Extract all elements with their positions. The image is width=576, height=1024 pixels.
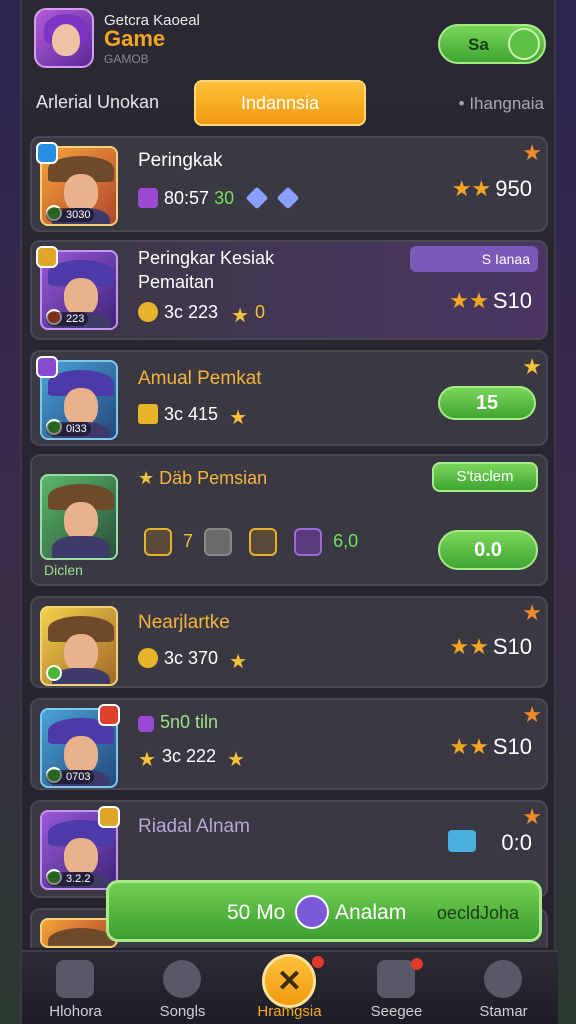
nav-item-seegee[interactable]: Seegee: [343, 952, 450, 1024]
row-stats: 3c 223 ★ 0: [138, 302, 265, 327]
toggle-knob: [508, 28, 540, 60]
tab-left[interactable]: Arlerial Unokan: [36, 92, 159, 113]
nav-item-active[interactable]: ✕ Hramgsia: [236, 952, 343, 1024]
home-icon: [56, 960, 94, 998]
list-item[interactable]: 223 Peringkar Kesiak Pemaitan 3c 223 ★ 0 …: [30, 240, 548, 340]
star-icon: ★: [227, 749, 245, 771]
app-subtitle: GAMOB: [104, 52, 149, 66]
star-icon: ★: [138, 749, 156, 771]
level-badge: 0i33: [46, 422, 91, 436]
sword-icon: [138, 188, 158, 208]
item-slot[interactable]: [144, 528, 172, 556]
level-badge: 3030: [46, 208, 95, 222]
notification-dot: [312, 956, 324, 968]
row-stats: 80:57 30: [138, 186, 304, 210]
level-badge: 0703: [46, 770, 95, 784]
star-icon: ★: [229, 651, 247, 673]
bottom-nav: Hlohora Songls ✕ Hramgsia Seegee Stamar: [22, 950, 558, 1024]
item-slot[interactable]: [249, 528, 278, 556]
app-header: Getcra Kaoeal Game GAMOB Sa: [34, 8, 546, 72]
star-icon: ★: [229, 407, 247, 429]
cta-button[interactable]: 50 Mo Analam oecldJoha: [106, 880, 542, 942]
level-badge: 3.2.2: [46, 872, 95, 886]
list-item[interactable]: Diclen ★ Däb Pemsian 7 6,0 S'taclem 0.0: [30, 454, 548, 586]
row-title: Riadal Alnam: [138, 816, 250, 837]
cta-left-label: 50 Mo: [227, 901, 286, 924]
tab-active[interactable]: Indannsia: [194, 80, 366, 126]
leaderboard-panel: Getcra Kaoeal Game GAMOB Sa Arlerial Uno…: [20, 0, 558, 1024]
tab-bar: Arlerial Unokan Indannsia • Ihangnaia: [22, 80, 558, 128]
list-item[interactable]: Nearjlartke 3c 370 ★ ★ ★★ S10: [30, 596, 548, 688]
row-score: ★★ 950: [451, 176, 532, 201]
nav-item-home[interactable]: Hlohora: [22, 952, 129, 1024]
row-score: ★★ S10: [449, 734, 532, 759]
avatar: [295, 895, 329, 929]
inbox-icon: [377, 960, 415, 998]
row-stats: ★ 3c 222 ★: [138, 746, 245, 771]
value-button[interactable]: 0.0: [438, 530, 538, 570]
star-icon: ★: [522, 804, 542, 829]
nav-item-songs[interactable]: Songls: [129, 952, 236, 1024]
row-title: Nearjlartke: [138, 612, 230, 633]
crystal-icon: [276, 186, 300, 210]
coin-icon: [138, 648, 158, 668]
coin-icon: [138, 302, 158, 322]
avatar: [40, 606, 118, 686]
row-subtitle: Pemaitan: [138, 272, 215, 292]
level-badge: Diclen: [44, 562, 83, 578]
star-icon: ★: [522, 140, 542, 165]
chest-icon: [138, 404, 158, 424]
level-badge: 223: [46, 312, 89, 326]
row-score: ★★ S10: [449, 634, 532, 659]
nav-item-stamar[interactable]: Stamar: [450, 952, 557, 1024]
app-title: Game: [104, 26, 166, 51]
claim-button[interactable]: 15: [438, 386, 536, 420]
row-stats: 3c 415 ★: [138, 404, 253, 429]
star-icon: ★: [522, 354, 542, 379]
star-icon: ★: [231, 305, 249, 327]
row-title: 5n0 tiln: [138, 712, 218, 733]
notification-dot: [411, 958, 423, 970]
star-icon: ★: [522, 702, 542, 727]
row-stats: 3c 370 ★: [138, 648, 253, 673]
row-title: Peringkar Kesiak: [138, 248, 275, 268]
row-score: ★★ S10: [449, 288, 532, 313]
row-items: 7 6,0: [138, 528, 358, 556]
header-toggle[interactable]: Sa: [438, 24, 546, 64]
item-slot[interactable]: [204, 528, 233, 556]
rank-badge-icon: [98, 806, 120, 828]
status-button[interactable]: S'taclem: [432, 462, 538, 492]
rank-badge-icon: [36, 356, 58, 378]
gem-icon: [245, 186, 269, 210]
cta-middle-label: Analam: [335, 901, 407, 924]
app-logo-icon: [34, 8, 94, 68]
list-item[interactable]: 3030 Peringkak 80:57 30 ★ ★★ 950: [30, 136, 548, 232]
row-score: 0:0: [501, 830, 532, 855]
alert-badge-icon: [98, 704, 120, 726]
row-title: ★ Däb Pemsian: [138, 468, 268, 488]
helmet-icon: [163, 960, 201, 998]
tab-right[interactable]: • Ihangnaia: [459, 94, 544, 114]
item-slot[interactable]: [294, 528, 323, 556]
row-title: Amual Pemkat: [138, 368, 262, 389]
avatar: [40, 474, 118, 560]
list-item[interactable]: 0703 5n0 tiln ★ 3c 222 ★ ★ ★★ S10: [30, 698, 548, 790]
toggle-label: Sa: [468, 35, 489, 54]
status-badge: S Ianaa: [410, 246, 538, 272]
row-title: Peringkak: [138, 150, 223, 171]
list-item[interactable]: 0i33 Amual Pemkat 3c 415 ★ ★ 15: [30, 350, 548, 446]
mail-icon: [448, 830, 476, 852]
target-icon: [484, 960, 522, 998]
cta-right-label: oecldJoha: [436, 903, 519, 923]
star-icon: ★: [522, 600, 542, 625]
mask-icon: [138, 716, 154, 732]
rank-badge-icon: [36, 142, 58, 164]
rank-badge-icon: [36, 246, 58, 268]
